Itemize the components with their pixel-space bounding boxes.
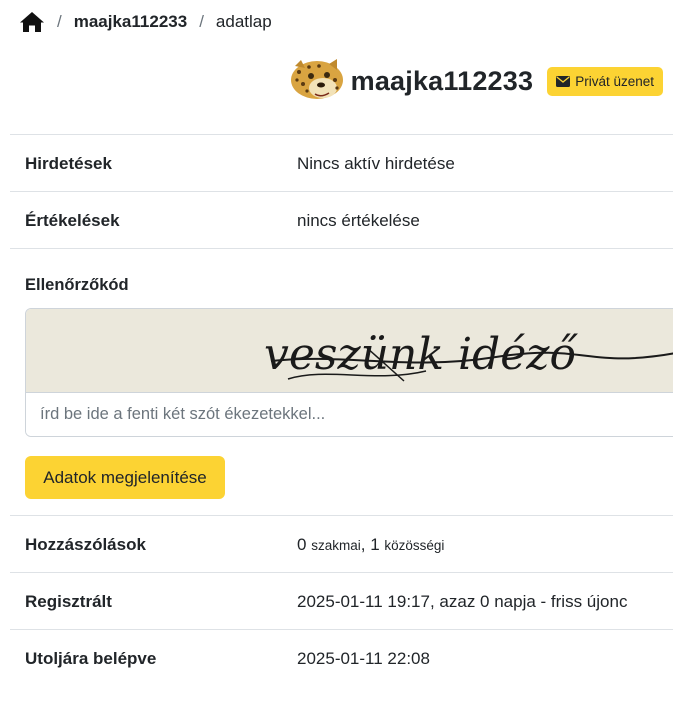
private-message-label: Privát üzenet: [575, 73, 654, 89]
row-label: Értékelések: [25, 210, 120, 230]
info-row-last-login: Utoljára belépve 2025-01-11 22:08: [10, 629, 673, 687]
home-icon[interactable]: [19, 9, 45, 35]
info-row-comments: Hozzászólások 0 szakmai, 1 közösségi: [10, 515, 673, 573]
community-word: közösségi: [384, 537, 445, 553]
row-label: Utoljára belépve: [25, 648, 157, 668]
row-label: Regisztrált: [25, 591, 112, 611]
captcha-image: veszünk idéző: [26, 309, 673, 392]
username-heading: maajka112233: [350, 65, 534, 96]
breadcrumb: / maajka112233 / adatlap: [19, 9, 272, 35]
private-message-button[interactable]: Privát üzenet: [547, 66, 663, 96]
show-data-button[interactable]: Adatok megjelenítése: [25, 456, 225, 499]
comments-separator: ,: [360, 534, 366, 554]
pro-word: szakmai: [311, 537, 361, 553]
breadcrumb-user-link[interactable]: maajka112233: [74, 12, 187, 32]
captcha-box: veszünk idéző: [25, 308, 673, 437]
info-row-ratings: Értékelések nincs értékelése: [10, 191, 673, 249]
avatar: [287, 58, 345, 104]
captcha-input[interactable]: [26, 392, 673, 436]
row-value: 2025-01-11 22:08: [297, 648, 430, 668]
info-row-registered: Regisztrált 2025-01-11 19:17, azaz 0 nap…: [10, 572, 673, 630]
row-value: nincs értékelése: [297, 210, 420, 230]
captcha-section: Ellenőrzőkód veszünk idéző Adatok megjel…: [10, 248, 673, 516]
pro-count: 0: [297, 534, 307, 554]
profile-header: maajka112233 Privát üzenet: [287, 56, 663, 106]
row-label: Hozzászólások: [25, 534, 146, 554]
captcha-label: Ellenőrzőkód: [25, 276, 129, 294]
row-value: Nincs aktív hirdetése: [297, 153, 455, 173]
breadcrumb-separator: /: [57, 12, 62, 31]
row-label: Hirdetések: [25, 153, 112, 173]
community-count: 1: [370, 534, 380, 554]
info-row-ads: Hirdetések Nincs aktív hirdetése: [10, 134, 673, 192]
breadcrumb-current: adatlap: [215, 12, 272, 31]
comments-value: 0 szakmai, 1 közösségi: [297, 535, 444, 555]
row-value: 2025-01-11 19:17, azaz 0 napja - friss ú…: [297, 591, 628, 611]
envelope-icon: [556, 75, 571, 87]
breadcrumb-separator: /: [199, 12, 204, 31]
